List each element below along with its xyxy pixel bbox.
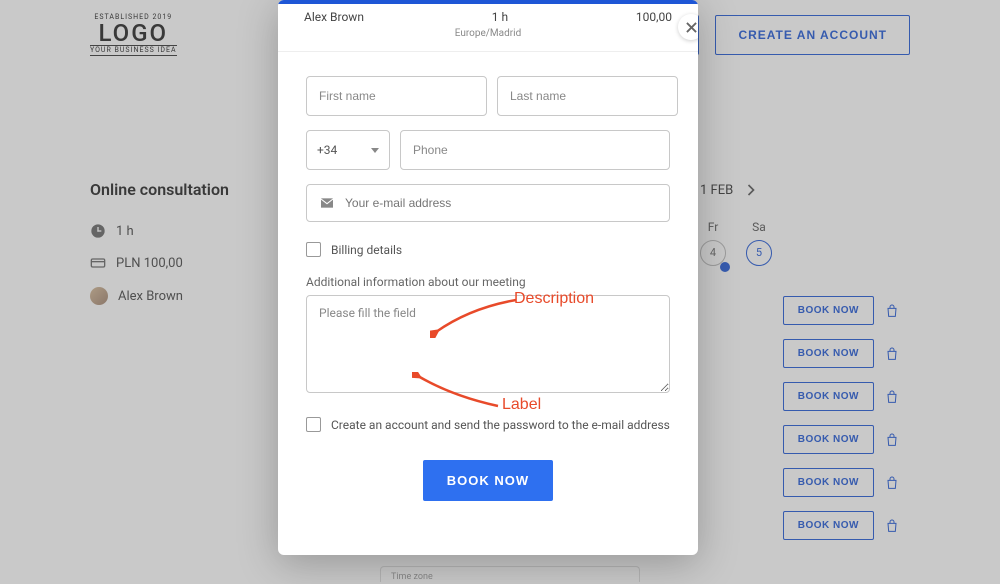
annotation-label: Label bbox=[502, 396, 541, 414]
country-code-value: +34 bbox=[317, 143, 337, 157]
annotation-arrow-description bbox=[430, 298, 520, 338]
booking-modal: Alex Brown 1 h 100,00 Europe/Madrid +34 bbox=[278, 0, 698, 555]
modal-consultant: Alex Brown bbox=[304, 10, 364, 24]
annotation-description: Description bbox=[514, 290, 594, 308]
close-button[interactable] bbox=[678, 14, 698, 40]
billing-checkbox[interactable] bbox=[306, 242, 321, 257]
chevron-down-icon bbox=[371, 148, 379, 153]
modal-timezone: Europe/Madrid bbox=[302, 28, 674, 39]
phone-input[interactable] bbox=[400, 130, 670, 170]
modal-price: 100,00 bbox=[636, 10, 672, 24]
create-account-label: Create an account and send the password … bbox=[331, 418, 670, 432]
email-icon bbox=[319, 195, 335, 211]
billing-label: Billing details bbox=[331, 243, 402, 257]
annotation-arrow-label bbox=[412, 372, 502, 412]
email-input[interactable] bbox=[345, 196, 657, 210]
description-label: Additional information about our meeting bbox=[306, 275, 670, 289]
create-account-checkbox[interactable] bbox=[306, 417, 321, 432]
modal-duration: 1 h bbox=[492, 10, 508, 24]
book-now-button[interactable]: BOOK NOW bbox=[423, 460, 553, 501]
first-name-input[interactable] bbox=[306, 76, 487, 116]
country-code-select[interactable]: +34 bbox=[306, 130, 390, 170]
close-icon bbox=[686, 22, 697, 33]
last-name-input[interactable] bbox=[497, 76, 678, 116]
